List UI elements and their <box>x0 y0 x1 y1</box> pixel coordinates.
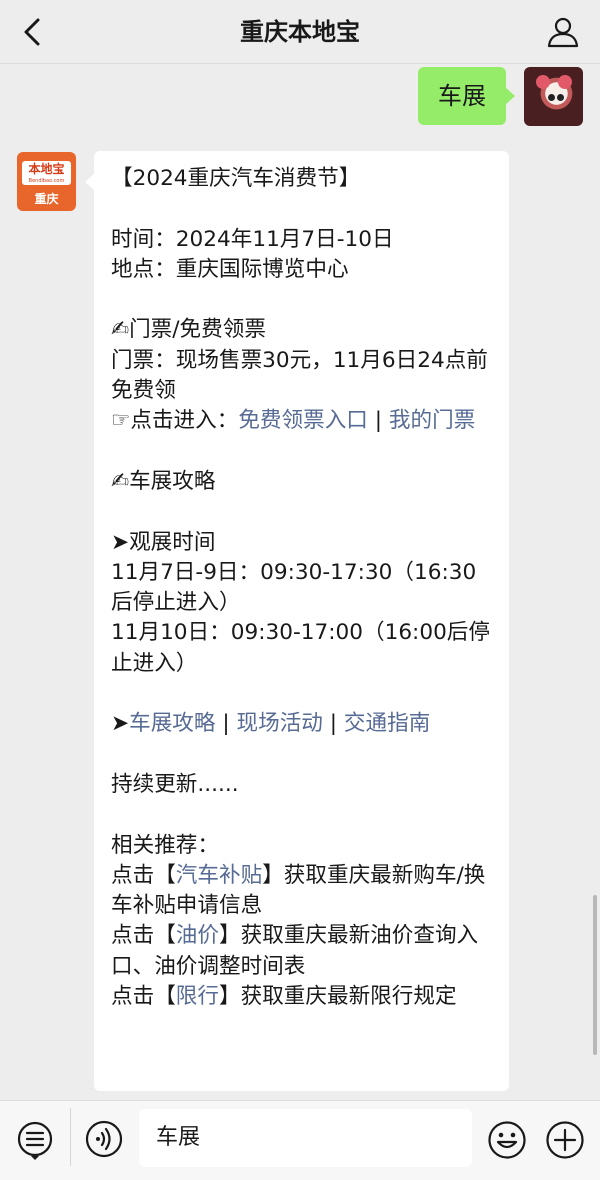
link-separator: | <box>215 711 237 737</box>
related-title: 相关推荐： <box>111 832 219 858</box>
chat-title: 重庆本地宝 <box>240 18 360 46</box>
avatar-eye-left <box>548 94 555 101</box>
chat-scrollbar[interactable] <box>593 895 597 1055</box>
incoming-message-bubble: 【2024重庆汽车消费节】 时间：2024年11月7日-10日 地点：重庆国际博… <box>85 151 509 1091</box>
ticket-links-line: ☞点击进入：免费领票入口 | 我的门票 <box>111 406 496 436</box>
person-icon[interactable] <box>546 15 580 49</box>
related-restrict: 点击【限行】获取重庆最新限行规定 <box>111 982 496 1012</box>
activity-link[interactable]: 现场活动 <box>237 711 323 736</box>
bot-avatar[interactable]: 本地宝 Bendibao.com 重庆 <box>17 152 76 211</box>
menu-list-icon[interactable] <box>16 1120 54 1160</box>
click-prefix: 点击【 <box>111 862 176 888</box>
plus-icon[interactable] <box>545 1120 585 1160</box>
bottom-divider <box>70 1108 71 1166</box>
link-separator: | <box>367 408 389 434</box>
ticket-info: 门票：现场售票30元，11月6日24点前免费领 <box>111 347 488 404</box>
guide-link[interactable]: 车展攻略 <box>129 711 215 736</box>
guide-links-line: ➤车展攻略 | 现场活动 | 交通指南 <box>111 709 496 739</box>
link-separator: | <box>322 711 344 737</box>
related-subsidy: 点击【汽车补贴】获取重庆最新购车/换车补贴申请信息 <box>111 861 496 922</box>
restrict-suffix: 】获取重庆最新限行规定 <box>219 984 457 1010</box>
restrict-link[interactable]: 限行 <box>176 984 219 1009</box>
message-heading: 【2024重庆汽车消费节】 <box>111 166 361 191</box>
hours-line-1: 11月7日-9日：09:30-17:30（16:30后停止进入） <box>111 559 477 616</box>
ticket-section-title: ✍门票/免费领票 <box>111 317 266 343</box>
guide-section-title: ✍车展攻略 <box>111 468 216 494</box>
avatar-ear-left <box>536 75 550 89</box>
message-input[interactable]: 车展 <box>139 1109 472 1167</box>
my-ticket-link[interactable]: 我的门票 <box>389 408 475 433</box>
click-prefix: 点击【 <box>111 984 176 1010</box>
voice-icon[interactable] <box>85 1120 123 1158</box>
enter-prefix: ☞点击进入： <box>111 408 239 434</box>
related-oil: 点击【油价】获取重庆最新油价查询入口、油价调整时间表 <box>111 921 496 982</box>
hours-line-2: 11月10日：09:30-17:00（16:00后停止进入） <box>111 620 490 676</box>
message-input-text: 车展 <box>156 1125 201 1150</box>
avatar-eye-right <box>557 94 564 101</box>
event-place: 地点：重庆国际博览中心 <box>111 256 349 282</box>
traffic-link[interactable]: 交通指南 <box>344 711 430 736</box>
free-ticket-link[interactable]: 免费领票入口 <box>238 408 368 433</box>
my-avatar[interactable] <box>524 67 583 126</box>
bot-avatar-city: 重庆 <box>34 192 59 206</box>
subsidy-link[interactable]: 汽车补贴 <box>176 863 262 888</box>
click-prefix: 点击【 <box>111 923 176 949</box>
emoji-icon[interactable] <box>487 1120 527 1160</box>
avatar-ear-right <box>558 75 572 89</box>
arrow-marker: ➤ <box>111 711 130 737</box>
outgoing-message-text: 车展 <box>438 82 486 110</box>
incoming-message-body: 【2024重庆汽车消费节】 时间：2024年11月7日-10日 地点：重庆国际博… <box>111 164 496 1012</box>
oil-price-link[interactable]: 油价 <box>176 923 219 948</box>
hours-title: ➤观展时间 <box>111 529 216 555</box>
event-time: 时间：2024年11月7日-10日 <box>111 226 394 252</box>
continue-updating: 持续更新...... <box>111 771 239 797</box>
top-bar: 重庆本地宝 <box>0 0 600 64</box>
bot-avatar-site: Bendibao.com <box>28 178 65 184</box>
outgoing-message-bubble[interactable]: 车展 <box>418 67 515 125</box>
